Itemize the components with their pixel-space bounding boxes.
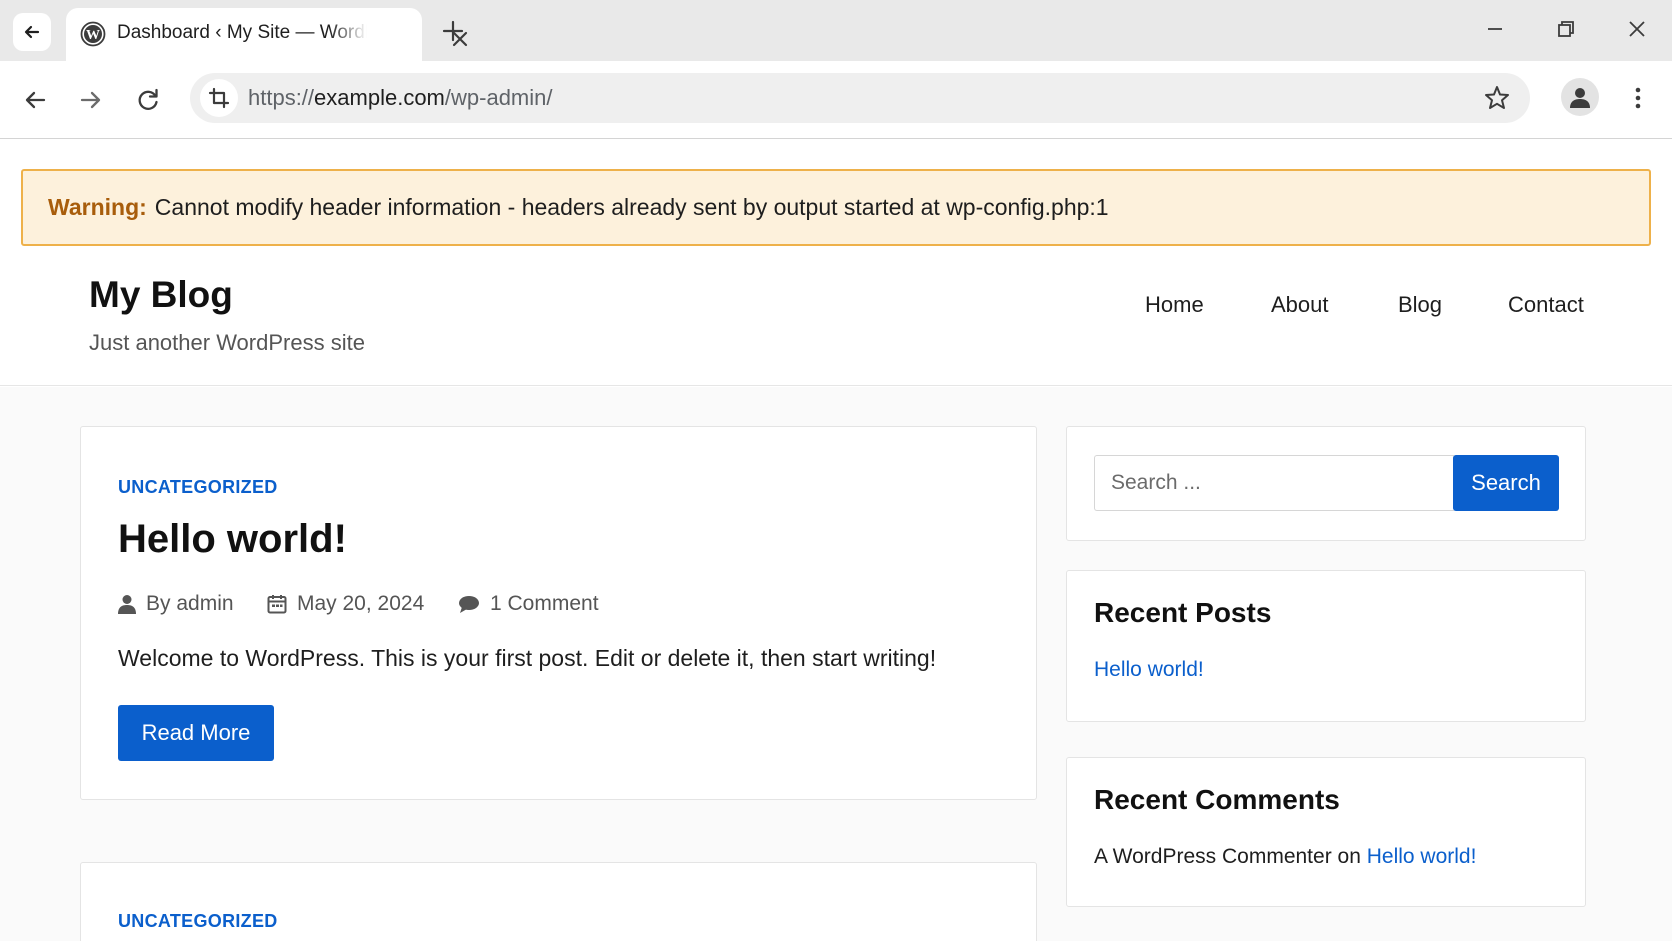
tab-title: Dashboard ‹ My Site — WordPress bbox=[117, 22, 367, 43]
recent-comments-title: Recent Comments bbox=[1094, 784, 1340, 815]
search-input[interactable] bbox=[1094, 455, 1454, 511]
address-bar[interactable]: https://example.com/wp-admin/ bbox=[190, 73, 1530, 123]
nav-item-about[interactable]: About bbox=[1271, 292, 1329, 318]
url-path: /wp-admin/ bbox=[444, 85, 553, 110]
comment-author: A WordPress Commenter bbox=[1094, 845, 1332, 868]
window-close-icon[interactable] bbox=[1622, 14, 1652, 44]
post-card: UNCATEGORIZED Hello world! By admin May … bbox=[80, 426, 1037, 800]
avatar-icon bbox=[1570, 88, 1590, 108]
url-text[interactable]: https://example.com/wp-admin/ bbox=[248, 85, 552, 111]
recent-comments-widget: Recent Comments A WordPress Commenter on… bbox=[1066, 757, 1586, 907]
post-title[interactable]: Hello world! bbox=[118, 517, 347, 562]
nav-item-home[interactable]: Home bbox=[1145, 292, 1204, 318]
forward-icon[interactable] bbox=[76, 85, 106, 115]
arrow-left-icon bbox=[24, 25, 40, 39]
post-date-text: May 20, 2024 bbox=[297, 592, 425, 615]
primary-navigation: Home About Blog Contact bbox=[0, 292, 1672, 322]
browser-tab-bar: W Dashboard ‹ My Site — WordPress bbox=[0, 0, 1672, 61]
site-tagline: Just another WordPress site bbox=[89, 330, 365, 355]
read-more-button[interactable]: Read More bbox=[118, 705, 274, 761]
url-scheme: https:// bbox=[248, 85, 315, 110]
warning-message: Cannot modify header information - heade… bbox=[154, 194, 1109, 220]
reload-icon[interactable] bbox=[133, 85, 163, 115]
wordpress-icon: W bbox=[80, 21, 106, 47]
more-vert-icon[interactable] bbox=[1627, 83, 1649, 113]
back-icon[interactable] bbox=[20, 85, 50, 115]
url-host: example.com bbox=[314, 85, 445, 110]
calendar-icon bbox=[267, 595, 287, 614]
recent-post-link[interactable]: Hello world! bbox=[1094, 658, 1204, 681]
post-category-link[interactable]: UNCATEGORIZED bbox=[118, 477, 278, 498]
nav-item-contact[interactable]: Contact bbox=[1508, 292, 1584, 318]
post-comments-text: 1 Comment bbox=[490, 592, 599, 615]
site-info-button[interactable] bbox=[200, 79, 238, 117]
nav-item-blog[interactable]: Blog bbox=[1398, 292, 1442, 318]
tune-icon bbox=[208, 87, 230, 109]
post-card: UNCATEGORIZED bbox=[80, 862, 1037, 941]
recent-comment-item: A WordPress Commenter on Hello world! bbox=[1094, 845, 1476, 869]
post-comments[interactable]: 1 Comment bbox=[458, 592, 599, 616]
user-icon bbox=[118, 595, 136, 614]
post-author[interactable]: By admin bbox=[118, 592, 234, 616]
post-date[interactable]: May 20, 2024 bbox=[267, 592, 424, 616]
svg-text:W: W bbox=[86, 28, 100, 43]
restore-icon[interactable] bbox=[1551, 14, 1581, 44]
bookmark-star-icon[interactable] bbox=[1483, 84, 1511, 112]
recent-posts-widget: Recent Posts Hello world! bbox=[1066, 570, 1586, 722]
warning-label: Warning: bbox=[48, 194, 147, 220]
recent-posts-title: Recent Posts bbox=[1094, 597, 1272, 628]
comment-icon bbox=[459, 595, 479, 613]
post-excerpt: Welcome to WordPress. This is your first… bbox=[118, 645, 937, 671]
comment-on-word: on bbox=[1337, 845, 1361, 868]
minimize-icon[interactable] bbox=[1480, 14, 1510, 44]
search-button[interactable]: Search bbox=[1453, 455, 1559, 511]
browser-tab-active[interactable]: W Dashboard ‹ My Site — WordPress bbox=[66, 8, 468, 61]
browser-toolbar: https://example.com/wp-admin/ bbox=[0, 61, 1672, 139]
site-header: My Blog Just another WordPress site Home… bbox=[0, 246, 1672, 386]
search-widget: Search bbox=[1066, 426, 1586, 541]
php-warning-notice: Warning: Cannot modify header information… bbox=[21, 169, 1651, 246]
tab-search-button[interactable] bbox=[13, 13, 51, 51]
web-page: Warning: Cannot modify header information… bbox=[0, 140, 1672, 941]
post-category-link[interactable]: UNCATEGORIZED bbox=[118, 911, 278, 932]
comment-post-link[interactable]: Hello world! bbox=[1367, 845, 1477, 868]
plus-icon[interactable] bbox=[440, 18, 466, 44]
profile-button[interactable] bbox=[1561, 78, 1599, 116]
post-author-text: By admin bbox=[146, 592, 234, 615]
